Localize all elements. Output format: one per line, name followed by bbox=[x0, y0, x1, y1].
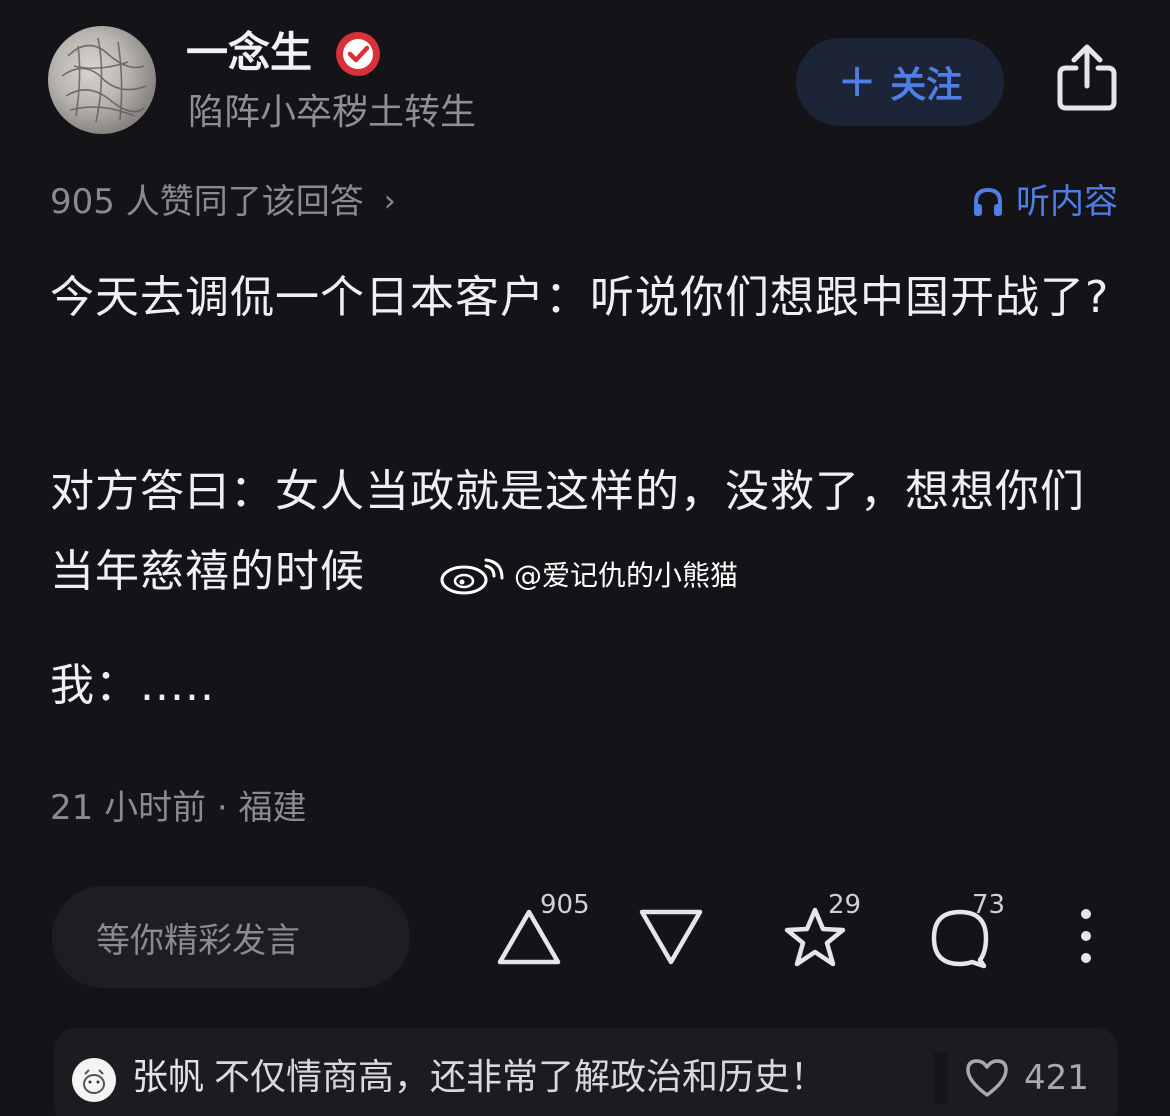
watermark: @爱记仇的小熊猫 bbox=[438, 556, 738, 596]
chevron-right-icon: › bbox=[383, 184, 396, 219]
comment-button[interactable]: 73 bbox=[926, 890, 1005, 970]
comment-like-count: 421 bbox=[1024, 1058, 1089, 1098]
answer-paragraph: 今天去调侃一个日本客户：听说你们想跟中国开战了? bbox=[50, 272, 1110, 323]
answer-paragraph: 我：..... bbox=[50, 660, 215, 711]
hot-comment-preview[interactable]: 张帆 不仅情商高，还非常了解政治和历史！ 421 bbox=[54, 1028, 1118, 1116]
upvote-button[interactable]: 905 bbox=[494, 890, 590, 970]
agree-text: 905 人赞同了该回答 bbox=[50, 182, 364, 222]
author-avatar[interactable] bbox=[48, 26, 156, 134]
hot-comment-text: 张帆 不仅情商高，还非常了解政治和历史！ bbox=[132, 1052, 826, 1104]
watermark-text: @爱记仇的小熊猫 bbox=[514, 559, 739, 592]
follow-label: 关注 bbox=[890, 65, 963, 106]
comment-input[interactable]: 等你精彩发言 bbox=[52, 886, 410, 988]
more-vertical-icon bbox=[1081, 909, 1091, 963]
author-subtitle: 陷阵小卒秽土转生 bbox=[188, 92, 477, 133]
share-icon[interactable] bbox=[1052, 40, 1122, 114]
downvote-triangle-icon bbox=[639, 909, 703, 965]
listen-label: 听内容 bbox=[1016, 182, 1118, 222]
divider bbox=[934, 1052, 948, 1104]
weibo-icon bbox=[440, 558, 504, 595]
author-name[interactable]: 一念生 bbox=[186, 26, 312, 80]
commenter-avatar bbox=[72, 1058, 116, 1102]
headphones-icon bbox=[974, 187, 1002, 216]
listen-button[interactable]: 听内容 bbox=[970, 178, 1118, 226]
agree-count-link[interactable]: 905 人赞同了该回答 › bbox=[50, 178, 396, 226]
follow-button[interactable]: + 关注 bbox=[796, 38, 1004, 126]
commenter-name[interactable]: 张帆 bbox=[132, 1057, 204, 1098]
verified-badge-icon bbox=[334, 30, 382, 78]
downvote-button[interactable] bbox=[636, 904, 706, 970]
answer-page: 一念生 陷阵小卒秽土转生 + 关注 905 人赞同了该回答 › 听内容 今天去调… bbox=[0, 0, 1170, 1116]
comment-body: 不仅情商高，还非常了解政治和历史！ bbox=[214, 1057, 827, 1098]
comment-count: 73 bbox=[972, 890, 1006, 920]
time-location: 21 小时前 · 福建 bbox=[50, 788, 307, 828]
favorite-count: 29 bbox=[828, 890, 862, 920]
comment-like-button[interactable]: 421 bbox=[964, 1056, 1089, 1100]
heart-icon bbox=[966, 1059, 1008, 1097]
more-button[interactable] bbox=[1072, 906, 1100, 966]
upvote-count: 905 bbox=[540, 890, 590, 920]
favorite-button[interactable]: 29 bbox=[780, 890, 861, 970]
plus-icon: + bbox=[837, 53, 877, 107]
